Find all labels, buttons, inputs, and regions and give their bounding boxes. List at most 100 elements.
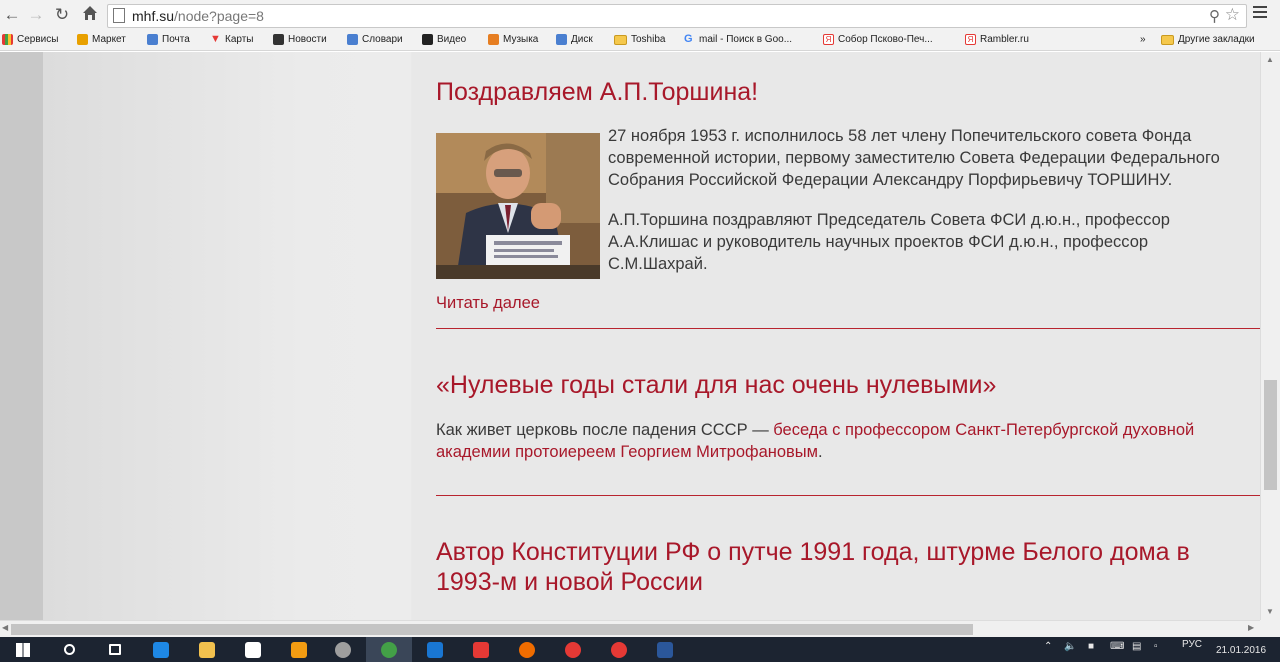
taskbar-app[interactable] [458,637,504,662]
summary-text: Как живет церковь после падения СССР — [436,421,774,439]
zoom-icon[interactable]: ⚲ [1209,7,1220,25]
bookmark-star-icon[interactable]: ☆ [1225,5,1240,25]
home-icon[interactable] [80,5,100,25]
taskbar-app[interactable] [550,637,596,662]
media-player-icon [291,641,307,658]
bookmark-label: Собор Псково-Печ... [838,34,933,45]
clock-date[interactable]: 21.01.2016 [1216,645,1266,656]
taskbar-app[interactable] [92,637,138,662]
horizontal-scroll-thumb[interactable] [11,624,973,635]
yandex-browser-icon [611,641,627,658]
tray-app-icon[interactable]: ■ [1088,641,1094,652]
firefox-icon [519,641,535,658]
scroll-right-icon[interactable]: ▶ [1248,623,1254,632]
bookmark-label: Новости [288,34,327,45]
bookmark-item[interactable]: Маркет [77,34,126,45]
bookmark-item[interactable]: Toshiba [614,34,665,45]
taskbar-app[interactable] [320,637,366,662]
bookmark-item[interactable]: Я Rambler.ru [965,34,1029,45]
yandex-icon: Я [965,34,976,45]
bookmark-label: Карты [225,34,254,45]
bookmarks-bar: Сервисы Маркет Почта ▼ Карты Новости Словари Ви… [0,31,1280,51]
url-text[interactable]: mhf.su/node?page=8 [132,8,264,24]
taskbar-app[interactable] [138,637,184,662]
search-icon [63,644,75,655]
taskbar-app[interactable] [366,637,412,662]
yandex-icon: Я [823,34,834,45]
bookmark-item[interactable]: ▼ Карты [210,34,254,46]
windows-taskbar: ⌃ 🔈 ■ ⌨ ▤ ▫ РУС 21.01.2016 [0,637,1280,662]
tray-chevron-icon[interactable]: ⌃ [1044,641,1052,652]
windows-start-icon [16,642,30,657]
opera-icon [565,641,581,658]
article-title-torshin[interactable]: Поздравляем А.П.Торшина! [436,77,758,107]
horizontal-scrollbar[interactable]: ◀ ▶ [0,620,1260,637]
scroll-down-icon[interactable]: ▼ [1266,607,1274,616]
bookmark-item[interactable]: Новости [273,34,327,45]
disk-icon [556,34,567,45]
scroll-up-icon[interactable]: ▲ [1266,55,1274,64]
taskbar-app[interactable] [230,637,276,662]
reload-icon[interactable]: ↻ [52,5,72,25]
bookmark-item[interactable]: Сервисы [2,34,58,45]
other-bookmarks-folder[interactable]: Другие закладки [1161,34,1255,45]
read-more-link[interactable]: Читать далее [436,292,540,314]
article-photo[interactable] [436,133,600,279]
taskbar-app[interactable] [412,637,458,662]
bookmark-label: mail - Поиск в Goo... [699,34,793,45]
language-indicator[interactable]: РУС [1182,639,1202,650]
bookmark-item[interactable]: Музыка [488,34,538,45]
mail-app-icon [427,641,443,658]
taskbar-app[interactable] [184,637,230,662]
news-icon [273,34,284,45]
browser-menu-icon[interactable] [1253,6,1267,20]
bookmark-label: Словари [362,34,403,45]
article-divider [436,495,1260,496]
taskbar-app[interactable] [504,637,550,662]
taskbar-app[interactable] [0,637,46,662]
summary-end: . [818,443,823,461]
store-icon [245,641,261,658]
article-summary: Как живет церковь после падения СССР — б… [436,419,1260,463]
back-arrow-icon[interactable]: ← [2,5,22,25]
bookmark-item[interactable]: Диск [556,34,593,45]
taskbar-app[interactable] [642,637,688,662]
vertical-scrollbar[interactable]: ▲ ▼ [1260,52,1280,620]
yandex-app-icon [473,641,489,658]
bookmarks-more-button[interactable]: » [1140,34,1146,45]
folder-icon [614,34,627,45]
page-viewport: Поздравляем А.П.Торшина! 27 ноября 1953 … [0,52,1260,620]
bookmark-label: Почта [162,34,190,45]
bookmark-item[interactable]: Словари [347,34,403,45]
bookmark-label: Сервисы [17,34,59,45]
volume-icon[interactable]: 🔈 [1064,641,1076,652]
address-bar[interactable]: mhf.su/node?page=8 ⚲ ☆ [107,4,1247,28]
article-divider [436,328,1260,329]
bookmark-label: Rambler.ru [980,34,1029,45]
vertical-scroll-thumb[interactable] [1264,380,1277,490]
google-icon: G [684,33,693,45]
bookmark-item[interactable]: Видео [422,34,466,45]
bookmark-label: Маркет [92,34,126,45]
scroll-left-icon[interactable]: ◀ [2,623,8,632]
file-explorer-icon [199,641,215,658]
keyboard-icon[interactable]: ⌨ [1110,641,1124,652]
forward-arrow-icon[interactable]: → [26,5,46,25]
main-content: Поздравляем А.П.Торшина! 27 ноября 1953 … [412,52,1260,620]
taskbar-app[interactable] [596,637,642,662]
folder-icon [1161,34,1174,45]
notification-icon[interactable]: ▫ [1154,641,1158,652]
taskbar-app[interactable] [46,637,92,662]
network-icon[interactable]: ▤ [1132,641,1141,652]
chrome-icon [381,641,397,658]
taskbar-app[interactable] [276,637,322,662]
bookmark-item[interactable]: Gmail - Поиск в Goo... [684,33,793,46]
bookmark-label: Музыка [503,34,539,45]
article-title-nulevye[interactable]: «Нулевые годы стали для нас очень нулевы… [436,370,996,400]
left-margin [0,52,43,620]
bookmark-item[interactable]: Я Собор Псково-Печ... [823,34,933,45]
article-title-constitution[interactable]: Автор Конституции РФ о путче 1991 года, … [436,537,1236,597]
yandex-market-icon [77,34,88,45]
bookmark-item[interactable]: Почта [147,34,190,45]
bookmark-label: Toshiba [631,34,666,45]
